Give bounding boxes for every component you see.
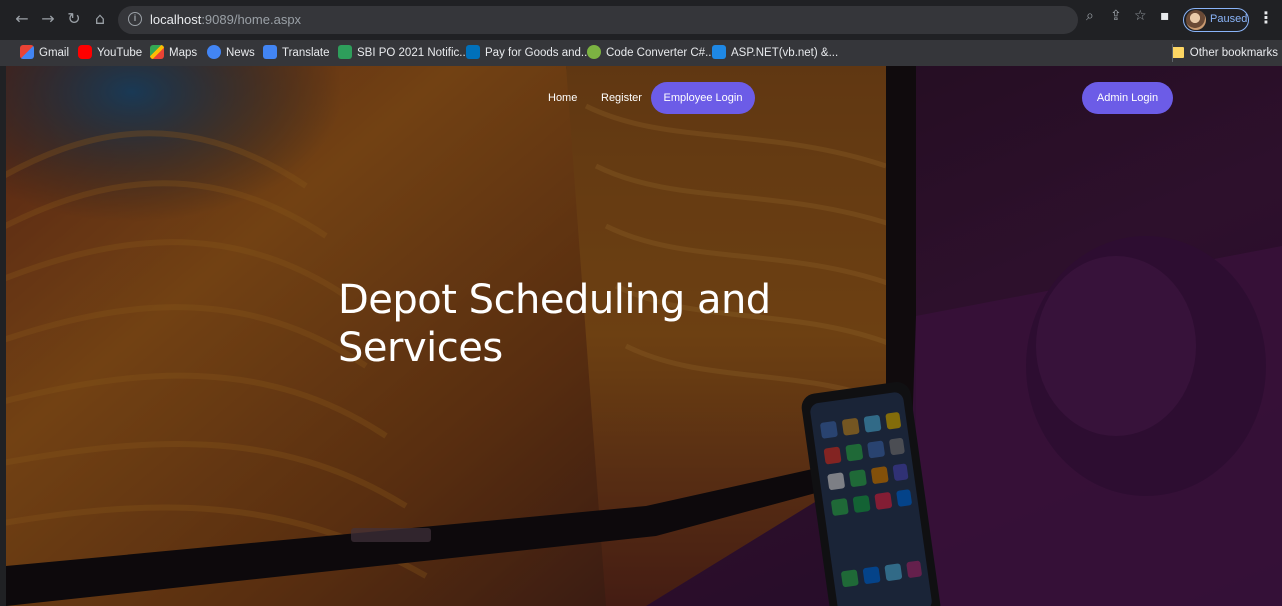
code-converter-icon [587, 44, 601, 59]
site-info-icon[interactable]: i [128, 12, 142, 26]
sbi-icon [338, 44, 352, 59]
bookmark-aspnet[interactable]: ASP.NET(vb.net) &... [712, 44, 839, 61]
bookmark-label: Pay for Goods and... [485, 47, 591, 59]
url-host: localhost [150, 12, 202, 27]
nav-home-link[interactable]: Home [548, 92, 577, 104]
share-icon[interactable]: ⇪ [1110, 8, 1122, 24]
bookmark-label: YouTube [97, 47, 143, 59]
bookmark-translate[interactable]: Translate [263, 44, 330, 61]
profile-button[interactable]: Paused [1183, 8, 1249, 32]
paypal-icon [466, 44, 480, 59]
bookmark-label: Gmail [39, 47, 70, 59]
bookmark-label: Maps [169, 47, 198, 59]
address-bar[interactable]: i localhost:9089/home.aspx [118, 6, 1078, 34]
bookmark-label: ASP.NET(vb.net) &... [731, 47, 839, 59]
maps-icon [150, 44, 164, 59]
other-bookmarks[interactable]: Other bookmarks [1171, 45, 1278, 61]
side-panel-icon[interactable]: ▪ [1160, 8, 1170, 24]
gmail-icon [20, 44, 34, 59]
bookmark-label: Translate [282, 47, 330, 59]
bookmarks-bar: Gmail YouTube Maps News Translate SBI PO… [0, 40, 1282, 66]
bookmark-gmail[interactable]: Gmail [20, 44, 70, 61]
forward-arrow-icon[interactable]: → [36, 7, 60, 31]
folder-icon [1171, 47, 1184, 59]
bookmark-news[interactable]: News [207, 44, 255, 61]
profile-status: Paused [1210, 13, 1248, 25]
admin-login-button[interactable]: Admin Login [1082, 82, 1173, 114]
bookmarks-divider [1172, 44, 1173, 62]
employee-login-button[interactable]: Employee Login [651, 82, 755, 114]
bookmark-label: Code Converter C#... [606, 47, 715, 59]
url-path: :9089/home.aspx [201, 12, 302, 27]
zoom-icon[interactable]: ⌕ [1086, 8, 1094, 24]
bookmark-code-converter[interactable]: Code Converter C#... [587, 44, 715, 61]
page-viewport: Home Register Employee Login Admin Login… [6, 66, 1282, 606]
s-logo-icon [712, 44, 726, 59]
avatar [1186, 10, 1206, 30]
translate-icon [263, 44, 277, 59]
back-arrow-icon[interactable]: ← [10, 7, 34, 31]
nav-register-link[interactable]: Register [601, 92, 642, 104]
bookmark-sbi[interactable]: SBI PO 2021 Notific... [338, 44, 469, 61]
bookmark-paypal[interactable]: Pay for Goods and... [466, 44, 591, 61]
youtube-icon [78, 44, 92, 59]
browser-toolbar: ← → ↻ ⌂ i localhost:9089/home.aspx ⌕ ⇪ ☆… [0, 0, 1282, 40]
bookmark-label: News [226, 47, 255, 59]
other-bookmarks-label: Other bookmarks [1189, 47, 1278, 59]
news-icon [207, 44, 221, 59]
bookmark-youtube[interactable]: YouTube [78, 44, 143, 61]
reload-icon[interactable]: ↻ [62, 7, 86, 31]
bookmark-maps[interactable]: Maps [150, 44, 198, 61]
bookmark-label: SBI PO 2021 Notific... [357, 47, 469, 59]
address-url[interactable]: localhost:9089/home.aspx [150, 12, 301, 27]
bookmark-star-icon[interactable]: ☆ [1134, 8, 1147, 24]
home-icon[interactable]: ⌂ [88, 7, 112, 31]
menu-kebab-icon[interactable]: ⋮ [1258, 8, 1274, 27]
hero-title: Depot Scheduling and Services [338, 277, 771, 371]
